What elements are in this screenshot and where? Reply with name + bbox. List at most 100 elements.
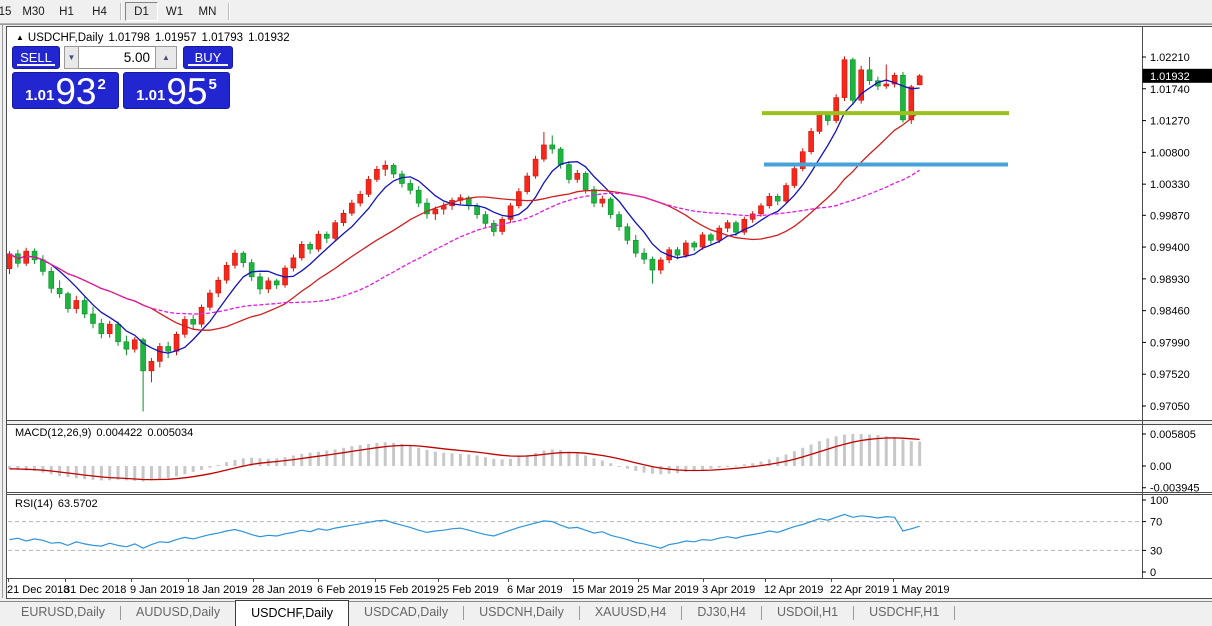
macd-histogram-bar <box>893 437 896 466</box>
date-axis-label: 28 Jan 2019 <box>252 584 313 596</box>
candle-body <box>416 190 421 203</box>
macd-histogram-bar <box>400 444 403 466</box>
candle-body <box>74 300 79 308</box>
chart-title: ▲USDCHF,Daily1.017981.019571.017931.0193… <box>16 32 290 44</box>
bar-close: 1.01932 <box>248 32 290 44</box>
collapse-panel-icon[interactable]: ▲ <box>16 33 24 42</box>
timeframe-button-mn[interactable]: MN <box>191 2 224 21</box>
candle-body <box>333 223 338 239</box>
macd-histogram-bar <box>342 448 345 466</box>
rsi-axis-label: 100 <box>1150 495 1168 507</box>
macd-histogram-bar <box>208 466 211 468</box>
macd-histogram-bar <box>659 466 662 474</box>
macd-histogram-bar <box>643 466 646 473</box>
timeframe-button-w1[interactable]: W1 <box>158 2 191 21</box>
timeframe-button-15[interactable]: 15 <box>0 2 17 21</box>
candle-body <box>750 214 755 219</box>
chart-window: 1.022101.017401.012701.008001.003300.998… <box>6 26 1212 599</box>
timeframe-button-m30[interactable]: M30 <box>17 2 50 21</box>
candle-body <box>241 253 246 262</box>
bar-high: 1.01957 <box>155 32 197 44</box>
candle-body <box>91 314 96 323</box>
tab-audusd-daily[interactable]: AUDUSD,Daily <box>121 602 235 624</box>
macd-histogram-bar <box>910 441 913 466</box>
rsi-axis-label: 0 <box>1150 567 1156 579</box>
buy-button[interactable]: BUY <box>183 46 233 69</box>
candle-body <box>642 253 647 259</box>
timeframe-button-h4[interactable]: H4 <box>83 2 116 21</box>
macd-histogram-bar <box>217 465 220 466</box>
sell-price-panel[interactable]: 1.01932 <box>12 72 119 109</box>
date-axis-label: 9 Jan 2019 <box>130 584 184 596</box>
volume-decrease-button[interactable]: ▼ <box>64 46 79 69</box>
macd-histogram-bar <box>384 442 387 466</box>
macd-histogram-bar <box>459 454 462 466</box>
macd-histogram-bar <box>375 443 378 466</box>
candle-body <box>692 243 697 247</box>
macd-histogram-bar <box>609 463 612 466</box>
tab-usdchf-daily[interactable]: USDCHF,Daily <box>235 600 349 626</box>
price-axis-label: 1.00330 <box>1150 179 1190 191</box>
macd-histogram-bar <box>233 460 236 466</box>
candle-body <box>625 227 630 241</box>
sell-button[interactable]: SELL <box>12 46 60 69</box>
volume-field[interactable]: 5.00 <box>79 46 155 69</box>
tab-usdoil-h1[interactable]: USDOil,H1 <box>762 602 853 624</box>
macd-histogram-bar <box>860 434 863 466</box>
buy-price-panel[interactable]: 1.01955 <box>123 72 230 109</box>
candle-body <box>391 165 396 174</box>
current-price-value: 1.01932 <box>1150 71 1190 83</box>
date-axis-label: 12 Apr 2019 <box>764 584 823 596</box>
tab-usdchf-h1[interactable]: USDCHF,H1 <box>854 602 954 624</box>
macd-axis-label: -0.003945 <box>1150 483 1200 495</box>
candle-body <box>867 70 872 81</box>
macd-histogram-bar <box>442 453 445 466</box>
candle-body <box>566 165 571 180</box>
chart-tab-bar: EURUSD,DailyAUDUSD,DailyUSDCHF,DailyUSDC… <box>0 601 1212 626</box>
candle-body <box>541 145 546 159</box>
rsi-axis-label: 30 <box>1150 545 1162 557</box>
candle-body <box>116 324 121 342</box>
buy-price-pip: 5 <box>209 76 217 93</box>
candle-body <box>224 265 229 280</box>
macd-histogram-bar <box>776 457 779 466</box>
date-axis-label: 1 May 2019 <box>892 584 949 596</box>
macd-indicator-label: MACD(12,26,9)0.0044220.005034 <box>15 427 198 439</box>
macd-histogram-bar <box>701 466 704 470</box>
macd-histogram-bar <box>367 444 370 466</box>
bar-open: 1.01798 <box>108 32 150 44</box>
macd-histogram-bar <box>885 436 888 466</box>
tab-usdcnh-daily[interactable]: USDCNH,Daily <box>464 602 579 624</box>
candle-body <box>358 194 363 203</box>
candle-body <box>232 253 237 265</box>
tab-eurusd-daily[interactable]: EURUSD,Daily <box>6 602 120 624</box>
price-axis-label: 0.99870 <box>1150 210 1190 222</box>
macd-histogram-bar <box>835 436 838 466</box>
candle-body <box>299 244 304 258</box>
timeframe-button-h1[interactable]: H1 <box>50 2 83 21</box>
candle-body <box>249 263 254 277</box>
moving-average-line <box>10 80 920 353</box>
macd-histogram-bar <box>100 466 103 480</box>
macd-histogram-bar <box>918 442 921 466</box>
candle-body <box>99 323 104 333</box>
chart-canvas[interactable]: 1.022101.017401.012701.008001.003300.998… <box>7 27 1212 599</box>
candle-body <box>600 199 605 203</box>
toolbar-separator <box>228 3 229 20</box>
macd-histogram-bar <box>150 466 153 480</box>
timeframe-button-d1[interactable]: D1 <box>125 2 158 21</box>
macd-signal-line <box>10 438 920 480</box>
candle-body <box>157 346 162 361</box>
candle-body <box>174 334 179 351</box>
tab-dj30-h4[interactable]: DJ30,H4 <box>682 602 761 624</box>
date-axis-label: 25 Mar 2019 <box>637 584 699 596</box>
macd-histogram-bar <box>476 456 479 466</box>
macd-histogram-bar <box>192 466 195 472</box>
candle-body <box>633 240 638 253</box>
volume-increase-button[interactable]: ▲ <box>155 46 177 69</box>
price-axis-label: 0.99400 <box>1150 242 1190 254</box>
macd-histogram-bar <box>567 452 570 466</box>
tab-usdcad-daily[interactable]: USDCAD,Daily <box>349 602 463 624</box>
macd-histogram-bar <box>92 466 95 480</box>
tab-xauusd-h4[interactable]: XAUUSD,H4 <box>580 602 682 624</box>
